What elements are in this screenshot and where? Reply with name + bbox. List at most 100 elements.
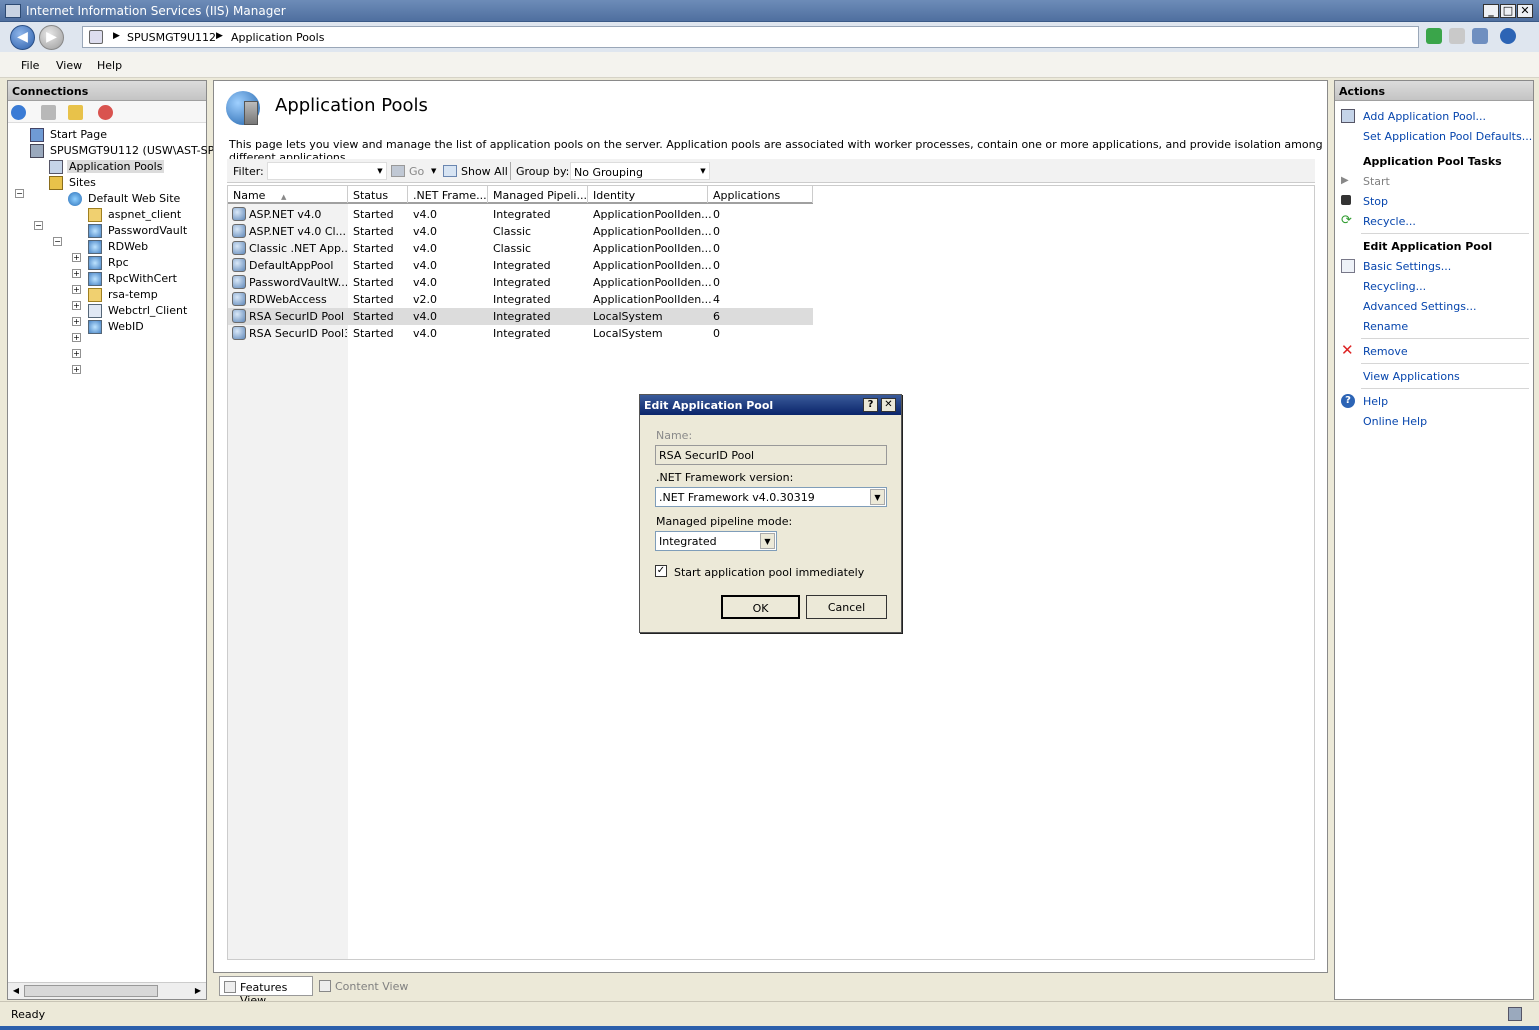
start-immediately-checkbox[interactable]: ✓ [655,565,667,577]
cell-net: v4.0 [413,276,438,289]
group-by-select[interactable]: No Grouping ▼ [570,162,710,180]
expander-passwordvault[interactable]: + [72,269,81,278]
table-row[interactable]: Classic .NET App... Started v4.0 Classic… [228,240,813,257]
cell-status: Started [353,208,394,221]
rename-link[interactable]: Rename [1363,320,1408,333]
table-row[interactable]: RSA SecurID Pool32 Started v4.0 Integrat… [228,325,813,342]
expander-rpcwithcert[interactable]: + [72,317,81,326]
stop-icon[interactable] [1449,28,1465,44]
add-application-pool-link[interactable]: Add Application Pool... [1363,110,1486,123]
binoculars-icon [391,165,405,177]
go-dropdown-icon[interactable]: ▼ [431,167,436,175]
menu-view[interactable]: View [56,59,82,72]
expander-aspnet-client[interactable]: + [72,253,81,262]
expander-webctrl-client[interactable]: + [72,349,81,358]
column-header-status[interactable]: Status [348,186,408,203]
up-folder-icon[interactable] [68,105,83,120]
chevron-down-icon[interactable]: ▼ [698,164,708,178]
chevron-down-icon[interactable]: ▼ [760,533,775,549]
stop-link[interactable]: Stop [1363,195,1388,208]
start-link[interactable]: Start [1363,175,1390,188]
table-row[interactable]: DefaultAppPool Started v4.0 Integrated A… [228,257,813,274]
minimize-button[interactable]: _ [1483,4,1499,18]
table-row[interactable]: ASP.NET v4.0 Cl... Started v4.0 Classic … [228,223,813,240]
column-header-identity[interactable]: Identity [588,186,708,203]
net-framework-select[interactable]: .NET Framework v4.0.30319 ▼ [655,487,887,507]
edit-pool-heading: Edit Application Pool [1363,240,1493,253]
scrollbar-thumb[interactable] [24,985,158,997]
menu-help[interactable]: Help [97,59,122,72]
column-header-label: Name [233,189,266,202]
table-row-selected[interactable]: RSA SecurID Pool Started v4.0 Integrated… [228,308,813,325]
breadcrumb-arrow-icon[interactable]: ▶ [113,31,120,41]
recycle-link[interactable]: Recycle... [1363,215,1416,228]
expander-rsa-temp[interactable]: + [72,333,81,342]
table-row[interactable]: PasswordVaultW... Started v4.0 Integrate… [228,274,813,291]
scroll-left-icon[interactable]: ◀ [9,984,23,998]
chevron-down-icon[interactable]: ▼ [870,489,885,505]
back-button[interactable]: ◀ [10,25,35,50]
cell-status: Started [353,242,394,255]
maximize-button[interactable]: □ [1500,4,1516,18]
help-icon[interactable] [1500,28,1516,44]
group-by-value: No Grouping [574,166,643,179]
connections-horizontal-scrollbar[interactable]: ◀ ▶ [8,982,206,999]
show-all-button[interactable]: Show All [461,165,508,178]
remove-link[interactable]: Remove [1363,345,1408,358]
column-header-managed-pipeline[interactable]: Managed Pipeli... [488,186,588,203]
cancel-button[interactable]: Cancel [806,595,887,619]
pipeline-mode-select[interactable]: Integrated ▼ [655,531,777,551]
dialog-close-button[interactable]: ✕ [881,398,896,412]
set-pool-defaults-link[interactable]: Set Application Pool Defaults... [1363,130,1532,143]
help-link[interactable]: Help [1363,395,1388,408]
home-icon[interactable] [1472,28,1488,44]
breadcrumb-app-pools[interactable]: Application Pools [231,31,324,44]
breadcrumb-server[interactable]: SPUSMGT9U112 [127,31,216,44]
online-help-link[interactable]: Online Help [1363,415,1427,428]
menu-file[interactable]: File [21,59,39,72]
expander-default-web-site[interactable]: − [53,237,62,246]
start-immediately-label[interactable]: Start application pool immediately [674,566,864,579]
table-row[interactable]: RDWebAccess Started v2.0 Integrated Appl… [228,291,813,308]
cell-identity: ApplicationPoolIden... [593,242,712,255]
ok-button[interactable]: OK [721,595,800,619]
tab-content-view[interactable]: Content View [315,976,409,996]
expander-sites[interactable]: − [34,221,43,230]
forward-button[interactable]: ▶ [39,25,64,50]
basic-settings-link[interactable]: Basic Settings... [1363,260,1451,273]
tab-features-view[interactable]: Features View [219,976,313,1007]
dialog-help-button[interactable]: ? [863,398,878,412]
table-row[interactable]: ASP.NET v4.0 Started v4.0 Integrated App… [228,206,813,223]
cell-pipeline: Integrated [493,327,551,340]
column-header-name[interactable]: Name ▲ [228,186,348,203]
scroll-right-icon[interactable]: ▶ [191,984,205,998]
advanced-settings-link[interactable]: Advanced Settings... [1363,300,1476,313]
save-icon[interactable] [41,105,56,120]
window-title: Internet Information Services (IIS) Mana… [26,4,286,18]
expander-rpc[interactable]: + [72,301,81,310]
cell-status: Started [353,293,394,306]
disconnect-icon[interactable] [98,105,113,120]
iis-app-icon [5,4,21,18]
connections-panel: Connections Start Page − SPUSMGT9U112 (U… [7,80,229,1000]
expander-rdweb[interactable]: + [72,285,81,294]
app-pool-icon [232,224,246,238]
go-button[interactable]: Go [409,165,424,178]
recycling-link[interactable]: Recycling... [1363,280,1426,293]
expander-server[interactable]: − [15,189,24,198]
filter-input[interactable]: ▼ [267,162,387,180]
expander-webid[interactable]: + [72,365,81,374]
refresh-icon[interactable] [1426,28,1442,44]
breadcrumb-arrow-icon[interactable]: ▶ [216,31,223,41]
address-bar: ◀ ▶ ▶ SPUSMGT9U112 ▶ Application Pools [0,22,1539,52]
cell-applications: 0 [713,259,720,272]
name-field[interactable]: RSA SecurID Pool [655,445,887,465]
view-applications-link[interactable]: View Applications [1363,370,1460,383]
column-header-applications[interactable]: Applications [708,186,813,203]
column-header-net-framework[interactable]: .NET Frame... [408,186,488,203]
close-window-button[interactable]: ✕ [1517,4,1533,18]
chevron-down-icon[interactable]: ▼ [375,164,385,178]
connect-icon[interactable] [11,105,26,120]
breadcrumb[interactable]: ▶ SPUSMGT9U112 ▶ Application Pools [82,26,1419,48]
globe-icon [68,192,82,206]
